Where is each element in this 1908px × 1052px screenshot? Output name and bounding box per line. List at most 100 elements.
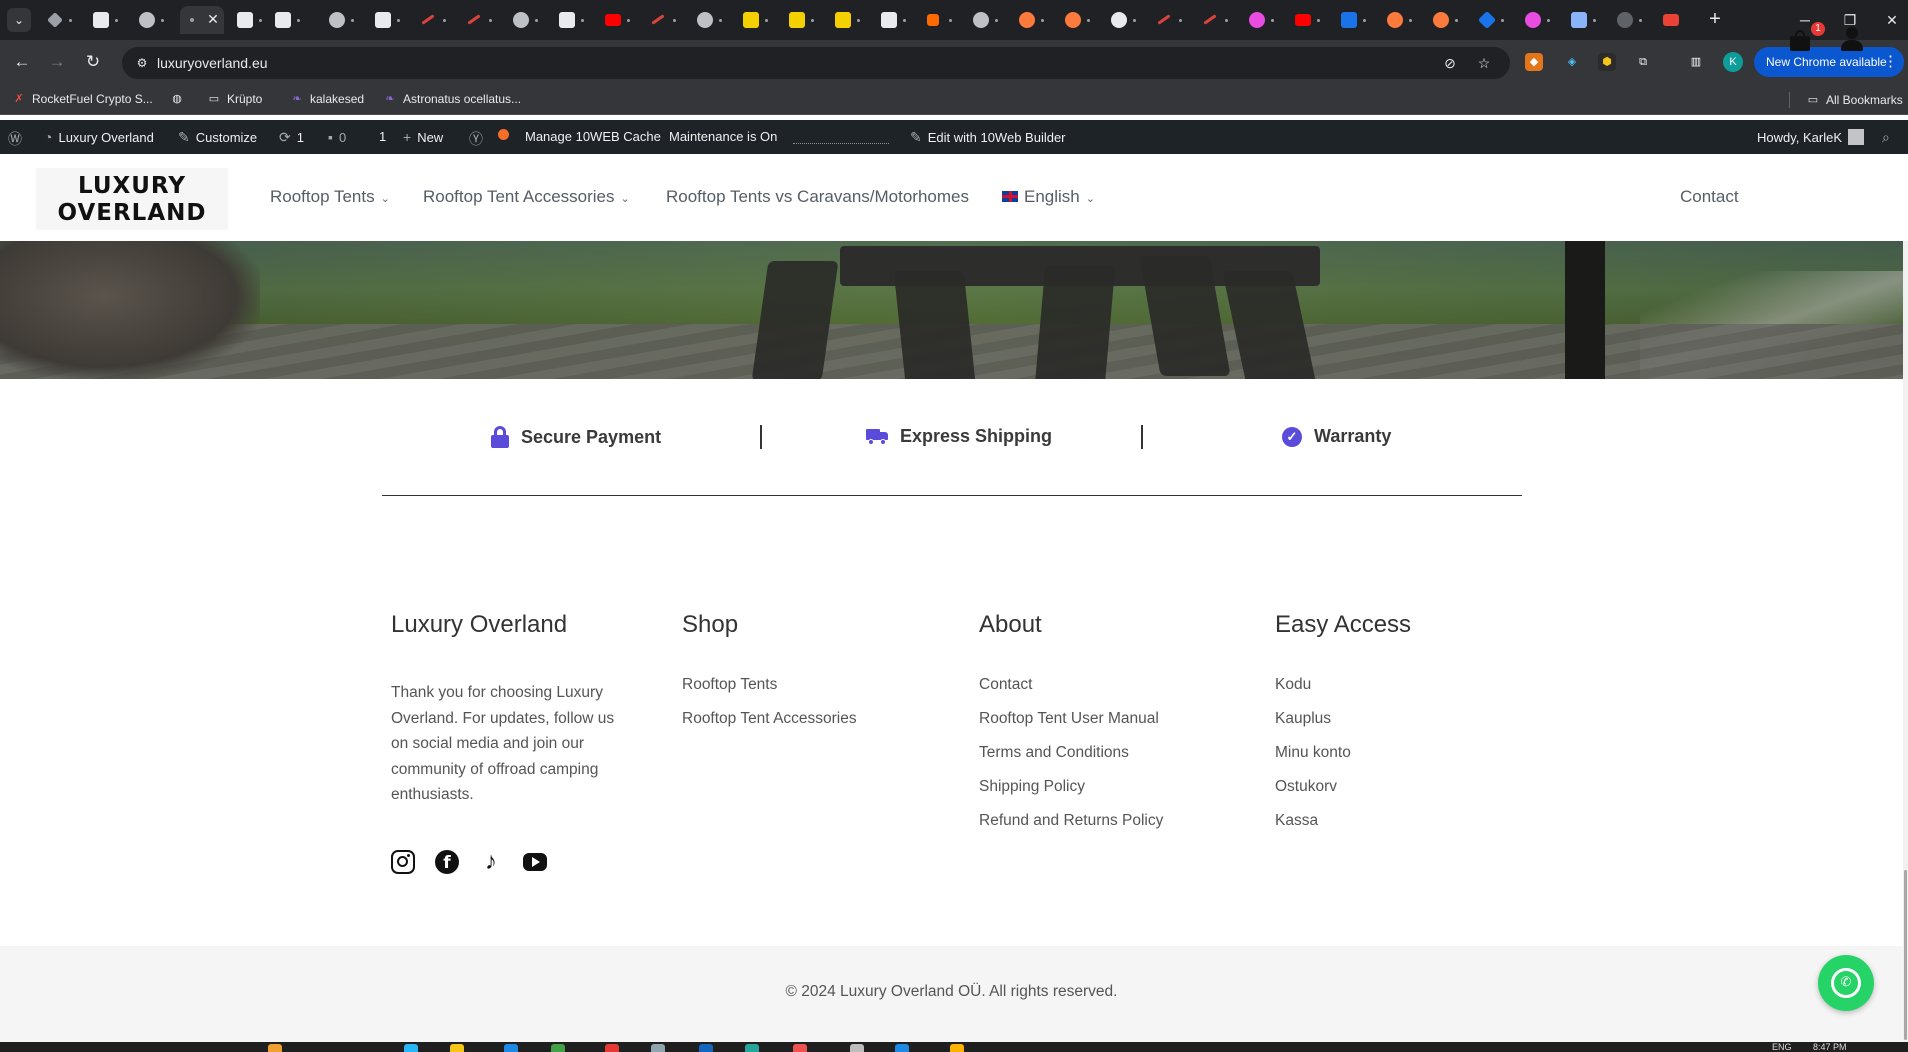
browser-tab[interactable] (1426, 6, 1470, 34)
taskbar-app-icon[interactable] (404, 1044, 418, 1052)
browser-tab[interactable] (506, 6, 550, 34)
footer-link-kassa[interactable]: Kassa (1275, 812, 1318, 830)
tiktok-icon[interactable]: ♪ (479, 850, 503, 874)
instagram-icon[interactable] (391, 850, 415, 874)
footer-link-terms[interactable]: Terms and Conditions (979, 744, 1129, 762)
browser-tab[interactable] (1334, 6, 1378, 34)
browser-tab[interactable] (920, 6, 964, 34)
taskbar-app-icon[interactable] (651, 1044, 665, 1052)
taskbar-app-icon[interactable] (895, 1044, 909, 1052)
taskbar-app-icon[interactable] (745, 1044, 759, 1052)
browser-tab[interactable] (132, 6, 176, 34)
browser-tab[interactable] (644, 6, 688, 34)
extension-icon[interactable]: ◈ (1563, 53, 1581, 71)
footer-link-user-manual[interactable]: Rooftop Tent User Manual (979, 710, 1159, 728)
footer-link-minu-konto[interactable]: Minu konto (1275, 744, 1351, 762)
forward-button[interactable]: → (45, 50, 69, 74)
address-bar[interactable]: ⚙ luxuryoverland.eu ⊘ ☆ (122, 47, 1510, 79)
account-icon[interactable] (1840, 27, 1864, 53)
site-info-icon[interactable]: ⚙ (134, 55, 150, 71)
browser-tab[interactable] (368, 6, 412, 34)
footer-link-rooftop-tents[interactable]: Rooftop Tents (682, 676, 777, 694)
taskbar-app-icon[interactable] (450, 1044, 464, 1052)
browser-tab[interactable] (1196, 6, 1240, 34)
footer-link-kauplus[interactable]: Kauplus (1275, 710, 1331, 728)
chrome-update-button[interactable]: New Chrome available ⋮ (1754, 47, 1904, 77)
yoast-seo-icon[interactable]: Ⓨ (469, 129, 483, 149)
wp-updates-link[interactable]: ⟳ 1 (279, 129, 304, 146)
metamask-extension-icon[interactable]: ◆ (1525, 53, 1543, 71)
bookmark-item[interactable]: ❧ kalakesed (290, 92, 364, 106)
browser-tab[interactable] (322, 6, 366, 34)
browser-tab[interactable] (690, 6, 734, 34)
facebook-icon[interactable]: f (435, 850, 459, 874)
footer-link-ostukorv[interactable]: Ostukorv (1275, 778, 1337, 796)
browser-tab[interactable] (40, 6, 84, 34)
browser-tab[interactable] (966, 6, 1010, 34)
taskbar-app-icon[interactable] (699, 1044, 713, 1052)
browser-tab[interactable] (460, 6, 504, 34)
taskbar-app-icon[interactable] (605, 1044, 619, 1052)
youtube-icon[interactable] (523, 853, 547, 871)
taskbar-app-icon[interactable] (268, 1044, 282, 1052)
browser-tab[interactable] (1104, 6, 1148, 34)
close-window-icon[interactable]: ✕ (1880, 8, 1904, 32)
wp-customize-link[interactable]: ✎ Customize (178, 129, 257, 146)
wordpress-logo-icon[interactable]: Ⓦ (8, 129, 22, 149)
profile-avatar[interactable]: K (1723, 52, 1743, 72)
site-logo[interactable]: LUXURY OVERLAND (36, 168, 228, 230)
footer-link-rooftop-tent-accessories[interactable]: Rooftop Tent Accessories (682, 710, 857, 728)
browser-tab[interactable] (1150, 6, 1194, 34)
footer-link-refund-policy[interactable]: Refund and Returns Policy (979, 812, 1163, 830)
wp-new-link[interactable]: + New (403, 129, 443, 145)
bookmark-star-icon[interactable]: ☆ (1475, 54, 1493, 72)
taskbar-app-icon[interactable] (504, 1044, 518, 1052)
browser-tab[interactable] (1380, 6, 1424, 34)
browser-tab[interactable] (828, 6, 872, 34)
all-bookmarks-folder[interactable]: ▭ All Bookmarks (1789, 92, 1903, 108)
wp-cache-link[interactable]: Manage 10WEB Cache (525, 129, 661, 144)
taskbar-app-icon[interactable] (551, 1044, 565, 1052)
browser-tab[interactable] (86, 6, 130, 34)
taskbar-app-icon[interactable] (950, 1044, 964, 1052)
browser-tab[interactable] (1518, 6, 1562, 34)
wp-search-icon[interactable]: ⌕ (1882, 129, 1890, 146)
browser-tab[interactable] (414, 6, 458, 34)
bookmark-item[interactable]: ✗ RocketFuel Crypto S... (12, 92, 152, 106)
extensions-puzzle-icon[interactable]: ⧉ (1634, 53, 1652, 71)
new-tab-button[interactable]: + (1703, 8, 1727, 32)
browser-tab[interactable] (1012, 6, 1056, 34)
browser-tab[interactable] (552, 6, 596, 34)
taskbar-language[interactable]: ENG (1772, 1042, 1792, 1052)
extension-icon[interactable]: ⬢ (1598, 53, 1616, 71)
nav-item-rooftop-tent-accessories[interactable]: Rooftop Tent Accessories ⌄ (423, 187, 630, 207)
wp-maintenance-link[interactable]: Maintenance is On (669, 129, 777, 144)
scrollbar-thumb[interactable] (1904, 870, 1907, 1040)
wp-comments-link[interactable]: ▪ 0 (328, 129, 346, 145)
taskbar-app-icon[interactable] (850, 1044, 864, 1052)
wp-account-link[interactable]: Howdy, KarleK (1757, 129, 1865, 145)
footer-link-shipping-policy[interactable]: Shipping Policy (979, 778, 1085, 796)
browser-tab[interactable] (1242, 6, 1286, 34)
bookmark-item[interactable]: ◍ (170, 92, 184, 106)
browser-tab[interactable] (1564, 6, 1608, 34)
header-contact-link[interactable]: Contact (1680, 187, 1739, 207)
browser-tab[interactable] (782, 6, 826, 34)
more-menu-icon[interactable]: ⋮ (1883, 47, 1898, 77)
wp-site-link[interactable]: ◔ Luxury Overland (44, 129, 154, 145)
browser-tab[interactable] (1472, 6, 1516, 34)
browser-tab[interactable] (598, 6, 642, 34)
browser-tab-active[interactable]: ✕ (180, 6, 224, 34)
cart-icon[interactable] (1788, 27, 1814, 53)
side-panel-icon[interactable]: ▥ (1687, 53, 1705, 71)
browser-tab[interactable] (736, 6, 780, 34)
footer-link-kodu[interactable]: Kodu (1275, 676, 1311, 694)
browser-tab[interactable] (1656, 6, 1700, 34)
browser-tab[interactable] (1058, 6, 1102, 34)
bookmark-item[interactable]: ❧ Astronatus ocellatus... (383, 92, 521, 106)
back-button[interactable]: ← (10, 50, 34, 74)
nav-item-rooftop-tents[interactable]: Rooftop Tents ⌄ (270, 187, 390, 207)
browser-tab[interactable] (874, 6, 918, 34)
tab-search-button[interactable]: ⌄ (7, 8, 31, 32)
reload-button[interactable]: ↻ (81, 50, 105, 74)
